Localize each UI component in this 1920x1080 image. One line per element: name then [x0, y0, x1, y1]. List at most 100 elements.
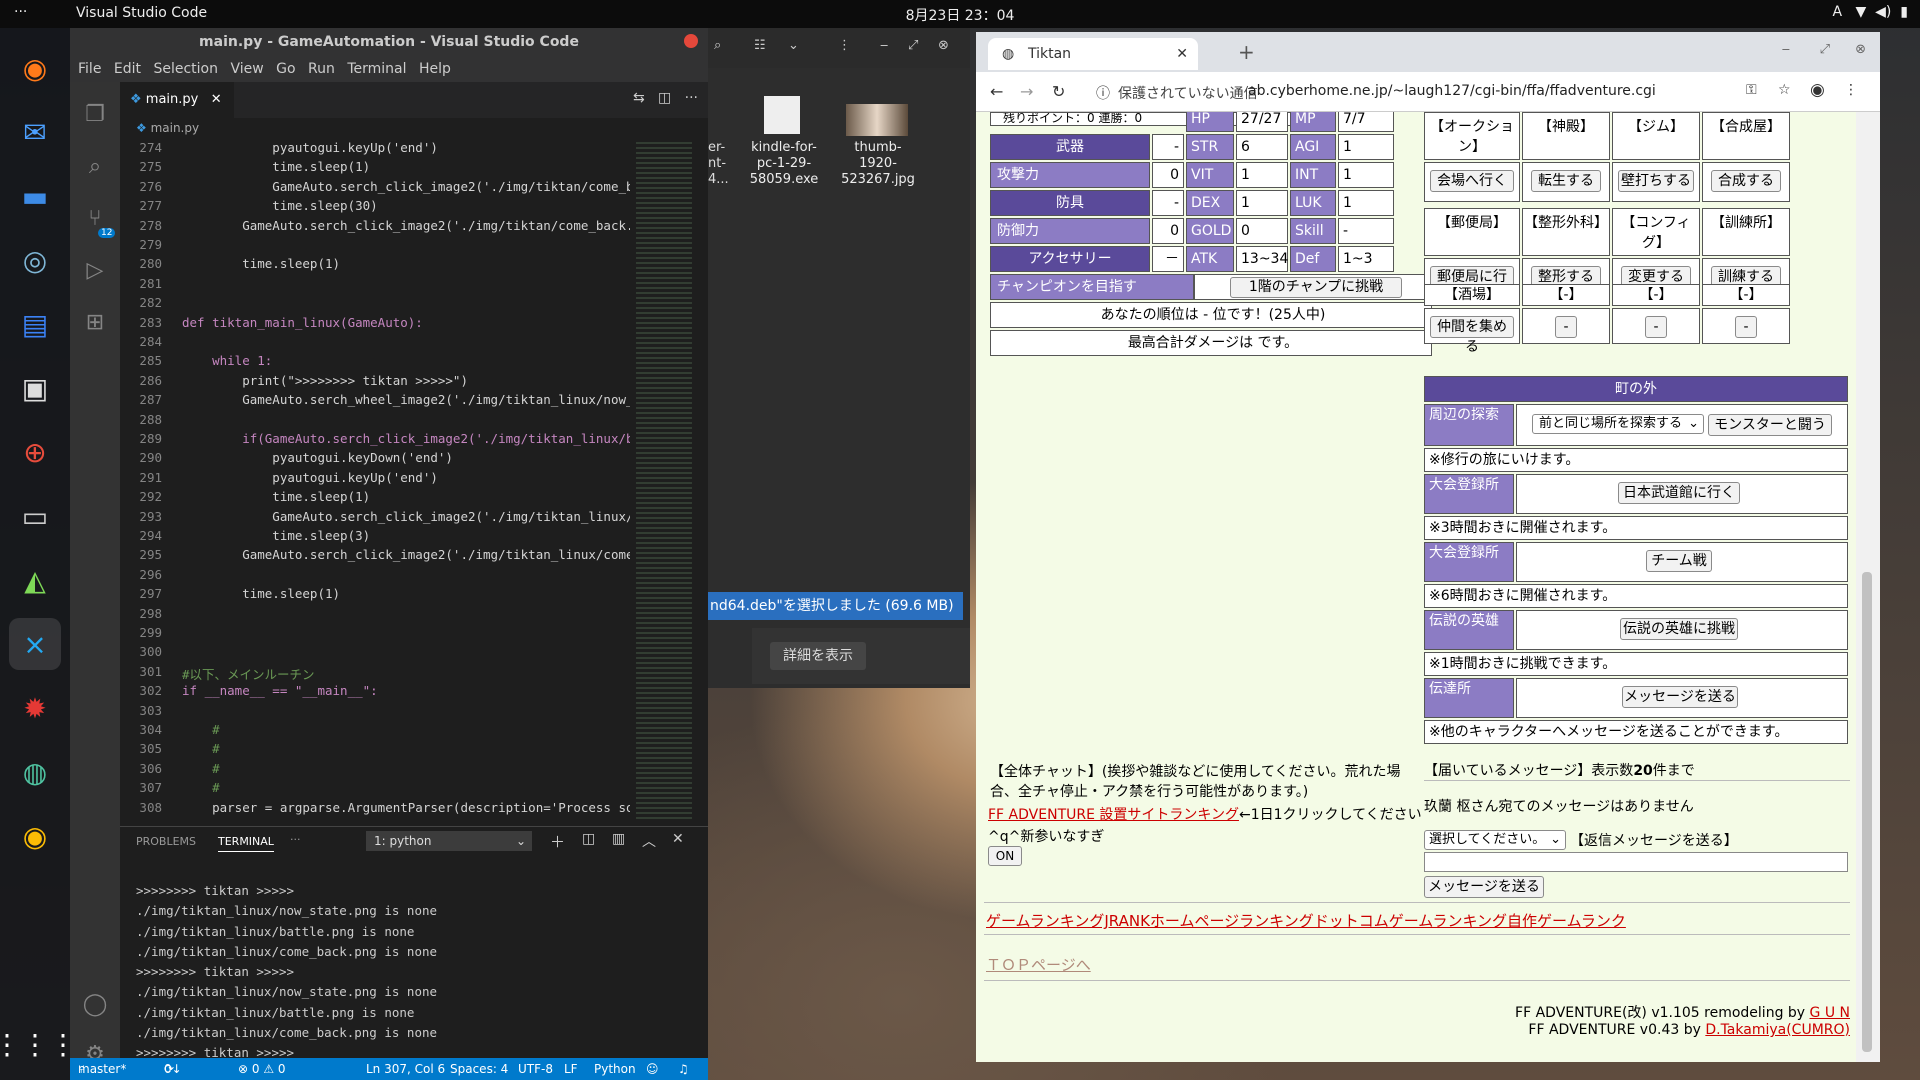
file-item-thumb[interactable]: thumb- 1920- 523267.jpg	[836, 140, 920, 188]
team-battle-button[interactable]: チーム戦	[1646, 550, 1712, 572]
code-editor[interactable]: 274 pyautogui.keyUp('end') 275 time.sleep…	[120, 138, 700, 826]
code-line[interactable]: if __name__ == "__main__":	[182, 683, 378, 698]
profile-icon[interactable]: ◉	[1810, 80, 1825, 100]
maximize-panel-icon[interactable]: ︿	[642, 831, 656, 851]
legend-challenge-button[interactable]: 伝説の英雄に挑戦	[1620, 618, 1738, 640]
cursor-position[interactable]: Ln 307, Col 6	[366, 1058, 445, 1080]
language-mode[interactable]: Python	[594, 1058, 636, 1080]
scrollbar-thumb[interactable]	[1862, 572, 1872, 1052]
code-line[interactable]: #以下、メインルーチン	[182, 664, 315, 683]
chevron-down-icon[interactable]: ⌄	[788, 38, 799, 53]
breadcrumb[interactable]: ❖ main.py	[120, 118, 708, 138]
file-item-kindle[interactable]: kindle-for- pc-1-29- 58059.exe	[744, 140, 824, 188]
security-label[interactable]: 保護されていない通信	[1118, 83, 1258, 103]
more-actions-icon[interactable]: ···	[685, 90, 698, 106]
town-action-button[interactable]: -	[1735, 316, 1757, 338]
file-item-partial[interactable]: er- nt- 4...	[708, 140, 729, 188]
town-action-button[interactable]: 合成する	[1711, 170, 1781, 192]
menu-selection[interactable]: Selection	[153, 56, 218, 82]
new-terminal-icon[interactable]: ＋	[550, 831, 565, 852]
menu-icon[interactable]: ⋮	[838, 38, 851, 53]
code-line[interactable]: time.sleep(1)	[182, 256, 340, 271]
menu-terminal[interactable]: Terminal	[347, 56, 406, 82]
new-tab-icon[interactable]: +	[1238, 40, 1255, 64]
maximize-icon[interactable]: ⤢	[908, 38, 918, 53]
vscode-icon[interactable]: ⨯	[9, 618, 61, 670]
town-action-button[interactable]: 壁打ちする	[1618, 170, 1694, 192]
code-line[interactable]: GameAuto.serch_click_image2('./img/tikta…	[182, 509, 648, 524]
feedback-icon[interactable]: ☺	[646, 1058, 659, 1080]
explorer-icon[interactable]: ❐	[82, 102, 108, 128]
tab-terminal[interactable]: TERMINAL	[218, 835, 274, 852]
code-line[interactable]: def tiktan_main_linux(GameAuto):	[182, 315, 423, 330]
top-page-link[interactable]: ＴＯＰページへ	[986, 954, 1091, 975]
input-lang[interactable]: A	[1833, 4, 1843, 20]
town-action-button[interactable]: 仲間を集める	[1430, 316, 1514, 355]
trash-icon[interactable]: ▥	[612, 831, 625, 847]
star-icon[interactable]: ☆	[1778, 82, 1791, 98]
bug-icon[interactable]: ✹	[9, 682, 61, 734]
split-terminal-icon[interactable]: ◫	[582, 831, 595, 847]
extensions-icon[interactable]: ⊞	[82, 310, 108, 336]
town-action-button[interactable]: -	[1555, 316, 1577, 338]
site-ranking-link[interactable]: FF ADVENTURE 設置サイトランキング	[988, 807, 1239, 823]
firefox-icon[interactable]: ◉	[9, 42, 61, 94]
menu-edit[interactable]: Edit	[114, 56, 141, 82]
eol[interactable]: LF	[564, 1058, 578, 1080]
writer-icon[interactable]: ▤	[9, 298, 61, 350]
forward-icon[interactable]: →	[1020, 82, 1033, 101]
code-line[interactable]: while 1:	[182, 353, 272, 368]
menu-go[interactable]: Go	[276, 56, 295, 82]
run-debug-icon[interactable]: ▷	[82, 258, 108, 284]
menu-view[interactable]: View	[230, 56, 263, 82]
code-line[interactable]: if(GameAuto.serch_click_image2('./img/ti…	[182, 431, 648, 446]
rhythmbox-icon[interactable]: ◎	[9, 234, 61, 286]
thunderbird-icon[interactable]: ✉	[9, 106, 61, 158]
search-icon[interactable]: ⌕	[714, 38, 721, 53]
terminal-select[interactable]: 1: python ⌄	[366, 831, 532, 851]
code-line[interactable]: #	[182, 780, 220, 795]
tab-main-py[interactable]: ❖ main.py ✕	[120, 82, 234, 118]
terminal-output[interactable]: >>>>>>>> tiktan >>>>> ./img/tiktan_linux…	[136, 881, 437, 1064]
credit-2-link[interactable]: D.Takamiya(CUMRO)	[1705, 1022, 1850, 1038]
code-line[interactable]: time.sleep(3)	[182, 528, 370, 543]
clock[interactable]: 8月23日 23：04	[0, 5, 1920, 25]
town-action-button[interactable]: 会場へ行く	[1430, 170, 1514, 192]
files-icon[interactable]: ▬	[9, 170, 61, 222]
url-field[interactable]: ab.cyberhome.ne.jp/~laugh127/cgi-bin/ffa…	[1248, 83, 1656, 99]
image-thumbnail[interactable]	[846, 104, 908, 136]
reply-select[interactable]: 選択してください。 ⌄	[1424, 830, 1566, 850]
send-message-button-1[interactable]: メッセージを送る	[1622, 686, 1738, 708]
menu-file[interactable]: File	[78, 56, 101, 82]
page-scrollbar[interactable]	[1856, 112, 1880, 1062]
fight-monster-button[interactable]: モンスターと闘う	[1708, 414, 1832, 436]
town-action-button[interactable]: -	[1645, 316, 1667, 338]
minimize-icon[interactable]: ‒	[1782, 42, 1790, 57]
exe-file-icon[interactable]	[764, 96, 800, 134]
credit-1-link[interactable]: G U N	[1810, 1005, 1850, 1021]
code-line[interactable]: GameAuto.serch_wheel_image2('./img/tikta…	[182, 392, 648, 407]
tab-problems[interactable]: PROBLEMS	[136, 835, 196, 848]
reload-icon[interactable]: ↻	[1052, 82, 1065, 101]
code-line[interactable]: pyautogui.keyUp('end')	[182, 470, 438, 485]
code-line[interactable]: time.sleep(1)	[182, 586, 340, 601]
challenge-champ-button[interactable]: 1階のチャンプに挑戦	[1230, 277, 1402, 298]
reply-message-input[interactable]	[1424, 852, 1848, 872]
search-icon[interactable]: ⌕	[82, 154, 108, 180]
code-line[interactable]: GameAuto.serch_click_image2('./img/tikta…	[182, 218, 656, 233]
key-icon[interactable]: ⚿	[1746, 82, 1757, 98]
terminal-icon[interactable]: ▭	[9, 490, 61, 542]
minimap[interactable]	[630, 138, 700, 826]
encoding[interactable]: UTF-8	[518, 1058, 553, 1080]
system-monitor-icon[interactable]: ◭	[9, 554, 61, 606]
close-icon[interactable]	[684, 34, 698, 48]
open-changes-icon[interactable]: ⇆	[633, 90, 645, 106]
explore-select[interactable]: 前と同じ場所を探索する ⌄	[1532, 414, 1704, 434]
code-line[interactable]: parser = argparse.ArgumentParser(descrip…	[182, 800, 649, 815]
gitkraken-icon[interactable]: ◍	[9, 746, 61, 798]
panel-more-icon[interactable]: ···	[290, 833, 301, 846]
split-editor-icon[interactable]: ◫	[658, 90, 671, 106]
system-tray[interactable]: A ▼ ◀) ▮	[1833, 4, 1908, 20]
code-line[interactable]: #	[182, 761, 220, 776]
problems-indicator[interactable]: ⊗ 0 ⚠ 0	[238, 1058, 286, 1080]
